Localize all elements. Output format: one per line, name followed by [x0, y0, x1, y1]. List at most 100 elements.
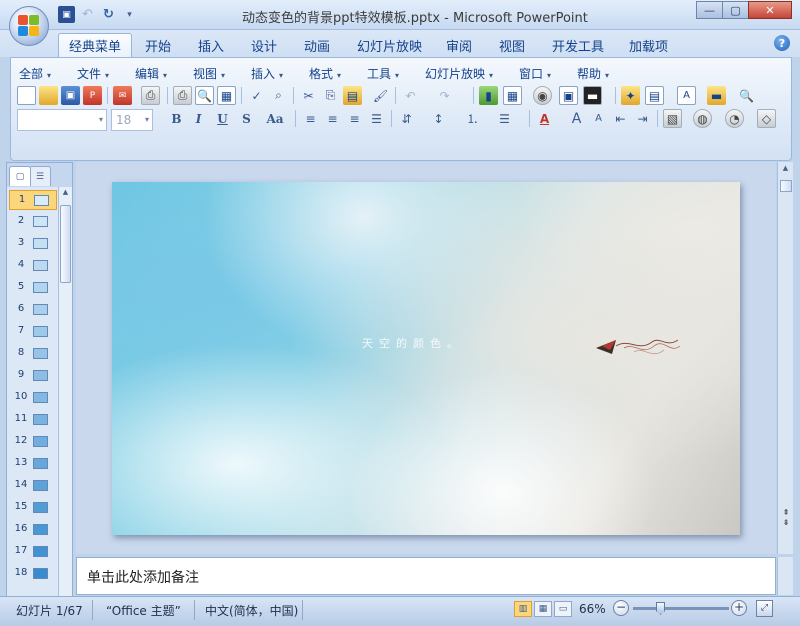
undo-icon[interactable]: ↶	[79, 6, 96, 23]
outline-tab-icon[interactable]: ☰	[29, 166, 51, 186]
zoom-slider[interactable]	[633, 607, 729, 610]
slide-thumbnail[interactable]: 11	[9, 410, 57, 430]
menu-edit[interactable]: 编辑 ▾	[135, 65, 167, 82]
insert-chart-icon[interactable]: ▮	[479, 86, 498, 105]
office-button[interactable]	[9, 6, 49, 46]
slide-thumbnail[interactable]: 3	[9, 234, 57, 254]
open-folder-icon[interactable]	[39, 86, 58, 105]
slide-thumbnail[interactable]: 1	[9, 190, 57, 210]
slide-thumbnail[interactable]: 18	[9, 564, 57, 584]
new-document-icon[interactable]	[17, 86, 36, 105]
scroll-up-icon[interactable]: ▲	[780, 164, 791, 177]
notes-pane[interactable]: 单击此处添加备注	[76, 557, 776, 595]
research-icon[interactable]: ⌕	[269, 86, 288, 105]
permission-icon[interactable]: ✉	[113, 86, 132, 105]
arrange-icon[interactable]: ▧	[663, 109, 682, 128]
slide-thumbnail[interactable]: 6	[9, 300, 57, 320]
current-slide[interactable]: 天空的颜色。	[112, 182, 740, 535]
save-icon[interactable]: ▣	[58, 6, 75, 23]
next-slide-icon[interactable]: ⇟	[779, 518, 793, 528]
grow-font-icon[interactable]: A	[567, 109, 586, 128]
slide-caption-text[interactable]: 天空的颜色。	[362, 335, 464, 351]
italic-button[interactable]: I	[189, 109, 208, 128]
zoom-slider-knob[interactable]	[656, 602, 665, 615]
slide-sorter-icon[interactable]: ▦	[217, 86, 236, 105]
copy-icon[interactable]: ⎘	[321, 86, 340, 105]
paste-icon[interactable]: ▤	[343, 86, 362, 105]
new-slide-icon[interactable]: ✦	[621, 86, 640, 105]
shape-effects-icon[interactable]: ◍	[693, 109, 712, 128]
slide-thumbnail[interactable]: 12	[9, 432, 57, 452]
tab-animation[interactable]: 动画	[300, 33, 334, 57]
line-color-icon[interactable]: ▬	[583, 86, 602, 105]
bold-button[interactable]: B	[167, 109, 186, 128]
hyperlink-icon[interactable]: ◉	[533, 86, 552, 105]
layout-icon[interactable]: ▤	[645, 86, 664, 105]
slide-thumbnail[interactable]: 13	[9, 454, 57, 474]
zoom-in-button[interactable]: +	[731, 600, 747, 616]
line-spacing-icon[interactable]: ↕	[429, 109, 448, 128]
zoom-level[interactable]: 66%	[579, 602, 606, 616]
fit-to-window-button[interactable]: ⤢	[756, 600, 773, 617]
menu-all[interactable]: 全部 ▾	[19, 65, 51, 82]
tab-addins[interactable]: 加载项	[625, 33, 672, 57]
text-direction-icon[interactable]: ⇵	[397, 109, 416, 128]
menu-slideshow[interactable]: 幻灯片放映 ▾	[425, 65, 493, 82]
tab-review[interactable]: 审阅	[442, 33, 476, 57]
slide-thumbnail[interactable]: 5	[9, 278, 57, 298]
menu-file[interactable]: 文件 ▾	[77, 65, 109, 82]
save-icon[interactable]: ▣	[61, 86, 80, 105]
slide-scrollbar[interactable]: ▲ ⇞ ⇟	[777, 162, 793, 554]
zoom-out-button[interactable]: −	[613, 600, 629, 616]
export-pdf-icon[interactable]: P	[83, 86, 102, 105]
shadow-button[interactable]: S	[237, 109, 256, 128]
insert-table-icon[interactable]: ▦	[503, 86, 522, 105]
slide-thumbnail[interactable]: 2	[9, 212, 57, 232]
zoom-icon[interactable]: 🔍	[737, 86, 756, 105]
tab-insert[interactable]: 插入	[194, 33, 228, 57]
slide-thumbnail[interactable]: 10	[9, 388, 57, 408]
slide-sorter-view-button[interactable]: ▦	[534, 601, 552, 617]
thumbnail-scrollbar[interactable]: ▲	[58, 187, 72, 597]
slide-thumbnail[interactable]: 16	[9, 520, 57, 540]
bullets-icon[interactable]: ☰	[495, 109, 514, 128]
undo-icon[interactable]: ↶	[401, 86, 420, 105]
theme-name[interactable]: “Office 主题”	[106, 602, 181, 619]
previous-slide-icon[interactable]: ⇞	[779, 508, 793, 518]
format-painter-icon[interactable]: 🖌	[371, 86, 390, 105]
close-button[interactable]: ✕	[748, 1, 792, 19]
slide-thumbnail[interactable]: 14	[9, 476, 57, 496]
menu-format[interactable]: 格式 ▾	[309, 65, 341, 82]
attach-icon[interactable]: ⎙	[141, 86, 160, 105]
print-icon[interactable]: ⎙	[173, 86, 192, 105]
shapes-icon[interactable]: ◇	[757, 109, 776, 128]
justify-icon[interactable]: ☰	[367, 109, 386, 128]
scroll-thumb[interactable]	[780, 180, 792, 192]
tab-slideshow[interactable]: 幻灯片放映	[353, 33, 426, 57]
print-preview-icon[interactable]: 🔍	[195, 86, 214, 105]
scroll-thumb[interactable]	[60, 205, 71, 283]
align-center-icon[interactable]: ≡	[323, 109, 342, 128]
menu-insert[interactable]: 插入 ▾	[251, 65, 283, 82]
maximize-button[interactable]: ▢	[722, 1, 749, 19]
shrink-font-icon[interactable]: A	[589, 109, 608, 128]
menu-view[interactable]: 视图 ▾	[193, 65, 225, 82]
open-icon[interactable]: ▬	[707, 86, 726, 105]
menu-tools[interactable]: 工具 ▾	[367, 65, 399, 82]
align-right-icon[interactable]: ≡	[345, 109, 364, 128]
slide-thumbnail[interactable]: 7	[9, 322, 57, 342]
change-case-button[interactable]: Aa	[263, 109, 287, 128]
tab-design[interactable]: 设计	[247, 33, 281, 57]
slide-thumbnail[interactable]: 4	[9, 256, 57, 276]
increase-indent-icon[interactable]: ⇥	[633, 109, 652, 128]
redo-icon[interactable]: ↻	[100, 6, 117, 23]
numbering-icon[interactable]: ⒈	[463, 109, 482, 128]
insert-picture-icon[interactable]: ▣	[559, 86, 578, 105]
slides-tab-icon[interactable]: ▢	[9, 166, 31, 186]
slide-thumbnail[interactable]: 9	[9, 366, 57, 386]
underline-button[interactable]: U	[213, 109, 232, 128]
font-name-combo[interactable]: ▾	[17, 109, 107, 131]
menu-window[interactable]: 窗口 ▾	[519, 65, 551, 82]
tab-home[interactable]: 开始	[141, 33, 175, 57]
notes-scrollbar[interactable]	[777, 557, 793, 595]
